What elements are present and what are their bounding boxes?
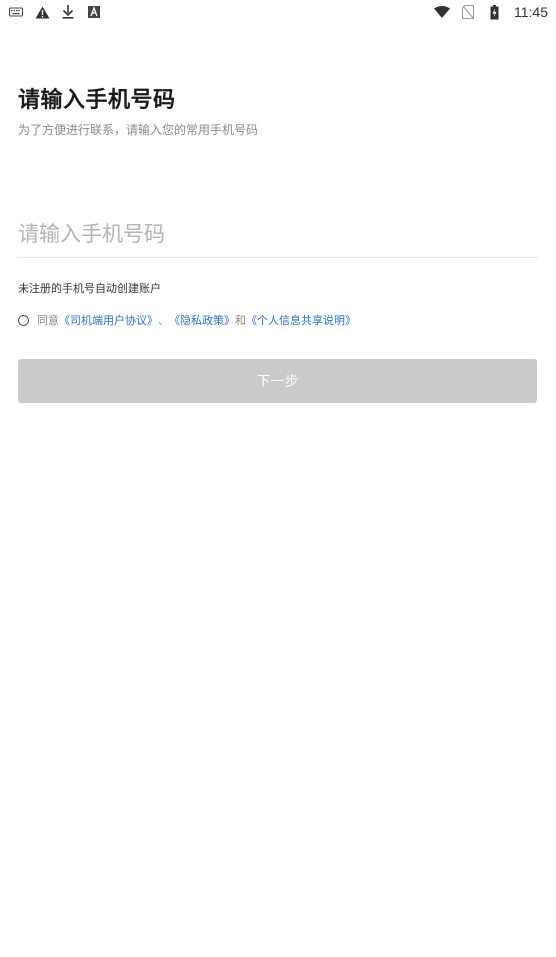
agreement-prefix: 同意 (37, 314, 59, 327)
next-button[interactable]: 下一步 (18, 359, 537, 403)
status-time: 11:45 (514, 4, 548, 20)
keyboard-icon (8, 4, 24, 20)
status-right-icons: 11:45 (434, 4, 548, 20)
phone-field-container (18, 212, 538, 258)
agreement-row: 同意 《司机端用户协议》 、 《隐私政策》 和 《个人信息共享说明》 (18, 312, 356, 328)
agreement-radio[interactable] (18, 314, 29, 326)
battery-icon (486, 4, 502, 20)
app-a-icon (86, 4, 102, 20)
agreement-conjunction: 和 (235, 314, 246, 327)
no-sim-icon (460, 4, 476, 20)
page-title: 请输入手机号码 (18, 88, 176, 113)
auto-register-hint: 未注册的手机号自动创建账户 (18, 282, 161, 295)
login-screen: 11:45 请输入手机号码 为了方便进行联系，请输入您的常用手机号码 未注册的手… (0, 0, 556, 957)
status-bar: 11:45 (0, 0, 556, 24)
wifi-icon (434, 4, 450, 20)
driver-agreement-link[interactable]: 《司机端用户协议》 (59, 312, 158, 328)
page-subtitle: 为了方便进行联系，请输入您的常用手机号码 (18, 123, 259, 137)
agreement-separator: 、 (158, 314, 169, 327)
privacy-policy-link[interactable]: 《隐私政策》 (169, 312, 235, 328)
warning-icon (34, 4, 50, 20)
status-left-icons (8, 4, 102, 20)
phone-input[interactable] (18, 212, 538, 256)
personal-info-link[interactable]: 《个人信息共享说明》 (246, 312, 356, 328)
download-icon (60, 4, 76, 20)
